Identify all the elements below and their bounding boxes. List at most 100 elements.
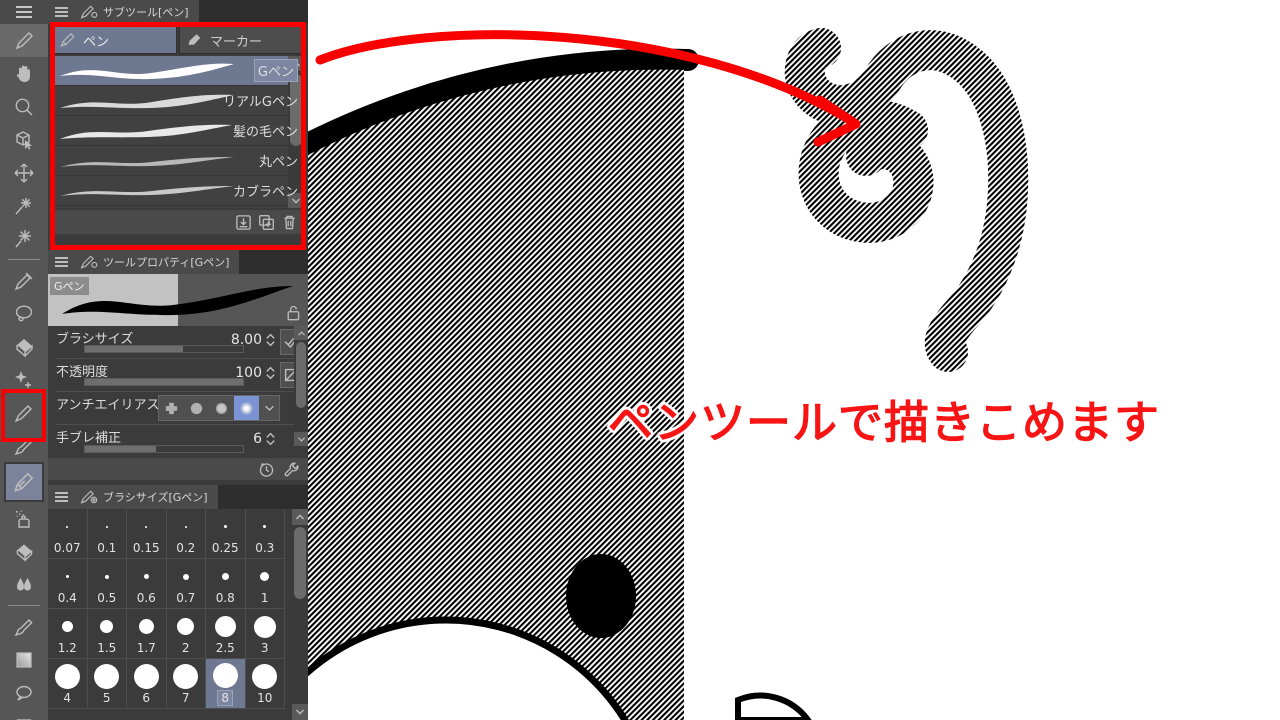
brush-size-grid[interactable]: 0.07 0.1 0.15 0.2 0.25 0.3 0.4 0.5 0.6 0.7 0.8 1 1.2… (48, 509, 308, 709)
brush-size-cell[interactable]: 10 (245, 659, 285, 709)
brush-size-label: 2.5 (215, 640, 235, 655)
toolbar-divider-2 (8, 605, 40, 606)
subtool-category-pen[interactable]: ペン (52, 26, 177, 54)
scroll-up-button[interactable] (294, 326, 308, 340)
reset-clock-icon[interactable] (258, 461, 275, 478)
brush-list-item[interactable]: 髪の毛ペン (52, 116, 304, 146)
brush-size-cell[interactable]: 3 (245, 609, 285, 659)
opacity-slider[interactable] (84, 378, 244, 386)
subtool-category-marker[interactable]: マーカー (179, 26, 304, 54)
subtool-tab[interactable]: サブツール[ペン] (74, 0, 199, 24)
brush-size-cell[interactable]: 4 (48, 659, 88, 709)
brush-size-cell[interactable]: 0.2 (166, 509, 206, 559)
tool-move-layer[interactable] (0, 189, 48, 222)
brush-size-cell[interactable]: 0.7 (166, 559, 206, 609)
tool-pencil-draw[interactable] (0, 396, 48, 429)
stabilization-value[interactable]: 6 (253, 431, 262, 447)
wrench-icon[interactable] (283, 461, 300, 478)
brush-size-menu-button[interactable] (48, 485, 74, 509)
brush-size-cell[interactable]: 6 (127, 659, 167, 709)
tool-rotate[interactable] (0, 123, 48, 156)
tool-decoration[interactable] (0, 610, 48, 643)
brush-size-cell[interactable]: 1.5 (87, 609, 127, 659)
tool-operation[interactable] (0, 222, 48, 255)
scrollbar-thumb[interactable] (294, 527, 306, 599)
tool-airbrush[interactable] (0, 502, 48, 535)
brush-size-label: 1.2 (57, 640, 77, 655)
brush-size-value[interactable]: 8.00 (231, 332, 262, 348)
scroll-down-button[interactable] (294, 432, 308, 446)
tool-property-menu-button[interactable] (48, 250, 74, 274)
spinner-updown-icon[interactable] (265, 364, 276, 382)
brush-size-slider[interactable] (84, 345, 244, 353)
antialias-dropdown-button[interactable] (259, 396, 279, 420)
tool-selection-eraser[interactable] (0, 330, 48, 363)
pencil-icon (15, 31, 33, 49)
spinner-updown-icon[interactable] (265, 430, 276, 448)
brush-size-cell[interactable]: 0.6 (127, 559, 167, 609)
brush-stroke-preview (60, 157, 234, 167)
brush-size-cell[interactable]: 8 (206, 659, 246, 709)
subtool-brush-list[interactable]: Gペン リアルGペン 髪の毛ペン 丸ペン カブラペン (52, 56, 304, 208)
tool-move[interactable] (0, 156, 48, 189)
antialias-option-none[interactable] (159, 396, 184, 420)
tool-magic-wand[interactable] (0, 363, 48, 396)
tool-eraser[interactable] (0, 535, 48, 568)
brush-size-cell[interactable]: 0.3 (245, 509, 285, 559)
brush-list-item[interactable]: リアルGペン (52, 86, 304, 116)
brush-size-label: 8 (217, 689, 234, 706)
spinner-updown-icon[interactable] (265, 331, 276, 349)
magnifier-icon (15, 98, 33, 115)
tool-figure[interactable] (0, 709, 48, 720)
brush-size-cell[interactable]: 0.15 (127, 509, 167, 559)
brush-size-cell[interactable]: 0.25 (206, 509, 246, 559)
tool-balloon[interactable] (0, 676, 48, 709)
brush-size-tab[interactable]: ブラシサイズ[Gペン] (74, 485, 218, 509)
brush-size-cell[interactable]: 1.2 (48, 609, 88, 659)
tool-gradient[interactable] (0, 643, 48, 676)
brush-size-cell[interactable]: 1.7 (127, 609, 167, 659)
drawing-canvas[interactable]: ペンツールで描きこめます (308, 0, 1280, 720)
download-box-icon[interactable] (235, 214, 252, 231)
scrollbar-thumb[interactable] (296, 342, 306, 408)
sparkle-star-icon (15, 229, 31, 247)
antialias-option-strong[interactable] (234, 396, 259, 420)
stabilization-slider[interactable] (84, 445, 244, 453)
antialias-option-weak[interactable] (184, 396, 209, 420)
tool-eyedropper[interactable] (0, 264, 48, 297)
opacity-value[interactable]: 100 (235, 365, 262, 381)
brush-size-scrollbar[interactable] (292, 509, 308, 720)
subtool-pen-icon (80, 5, 98, 19)
toolbar-menu-button[interactable] (0, 0, 48, 24)
brush-list-item[interactable]: Gペン (52, 56, 304, 86)
brush-size-cell[interactable]: 2.5 (206, 609, 246, 659)
subtool-menu-button[interactable] (48, 0, 74, 24)
brush-size-cell[interactable]: 2 (166, 609, 206, 659)
brush-size-cell[interactable]: 0.1 (87, 509, 127, 559)
tool-blend[interactable] (0, 568, 48, 601)
tool-pen[interactable] (4, 462, 44, 502)
tool-pencil-top[interactable] (0, 24, 48, 57)
tool-zoom[interactable] (0, 90, 48, 123)
tool-brush[interactable] (0, 429, 48, 462)
scroll-up-button[interactable] (292, 509, 308, 525)
copy-plus-icon[interactable] (258, 214, 275, 231)
brush-size-cell[interactable]: 1 (245, 559, 285, 609)
brush-size-cell[interactable]: 5 (87, 659, 127, 709)
brush-list-item[interactable]: カブラペン (52, 176, 304, 206)
tool-property-scrollbar[interactable] (294, 326, 308, 446)
strong-circle-icon (240, 401, 253, 415)
brush-size-cell[interactable]: 7 (166, 659, 206, 709)
trash-icon[interactable] (281, 214, 298, 231)
brush-size-cell[interactable]: 0.07 (48, 509, 88, 559)
tool-lasso-select[interactable] (0, 297, 48, 330)
brush-size-cell[interactable]: 0.8 (206, 559, 246, 609)
tool-property-tab[interactable]: ツールプロパティ[Gペン] (74, 250, 240, 274)
antialias-option-medium[interactable] (209, 396, 234, 420)
tool-hand[interactable] (0, 57, 48, 90)
brush-size-cell[interactable]: 0.4 (48, 559, 88, 609)
brush-size-cell[interactable]: 0.5 (87, 559, 127, 609)
brush-list-item[interactable]: 丸ペン (52, 146, 304, 176)
unlock-icon[interactable] (285, 304, 302, 322)
scroll-down-button[interactable] (292, 704, 308, 720)
